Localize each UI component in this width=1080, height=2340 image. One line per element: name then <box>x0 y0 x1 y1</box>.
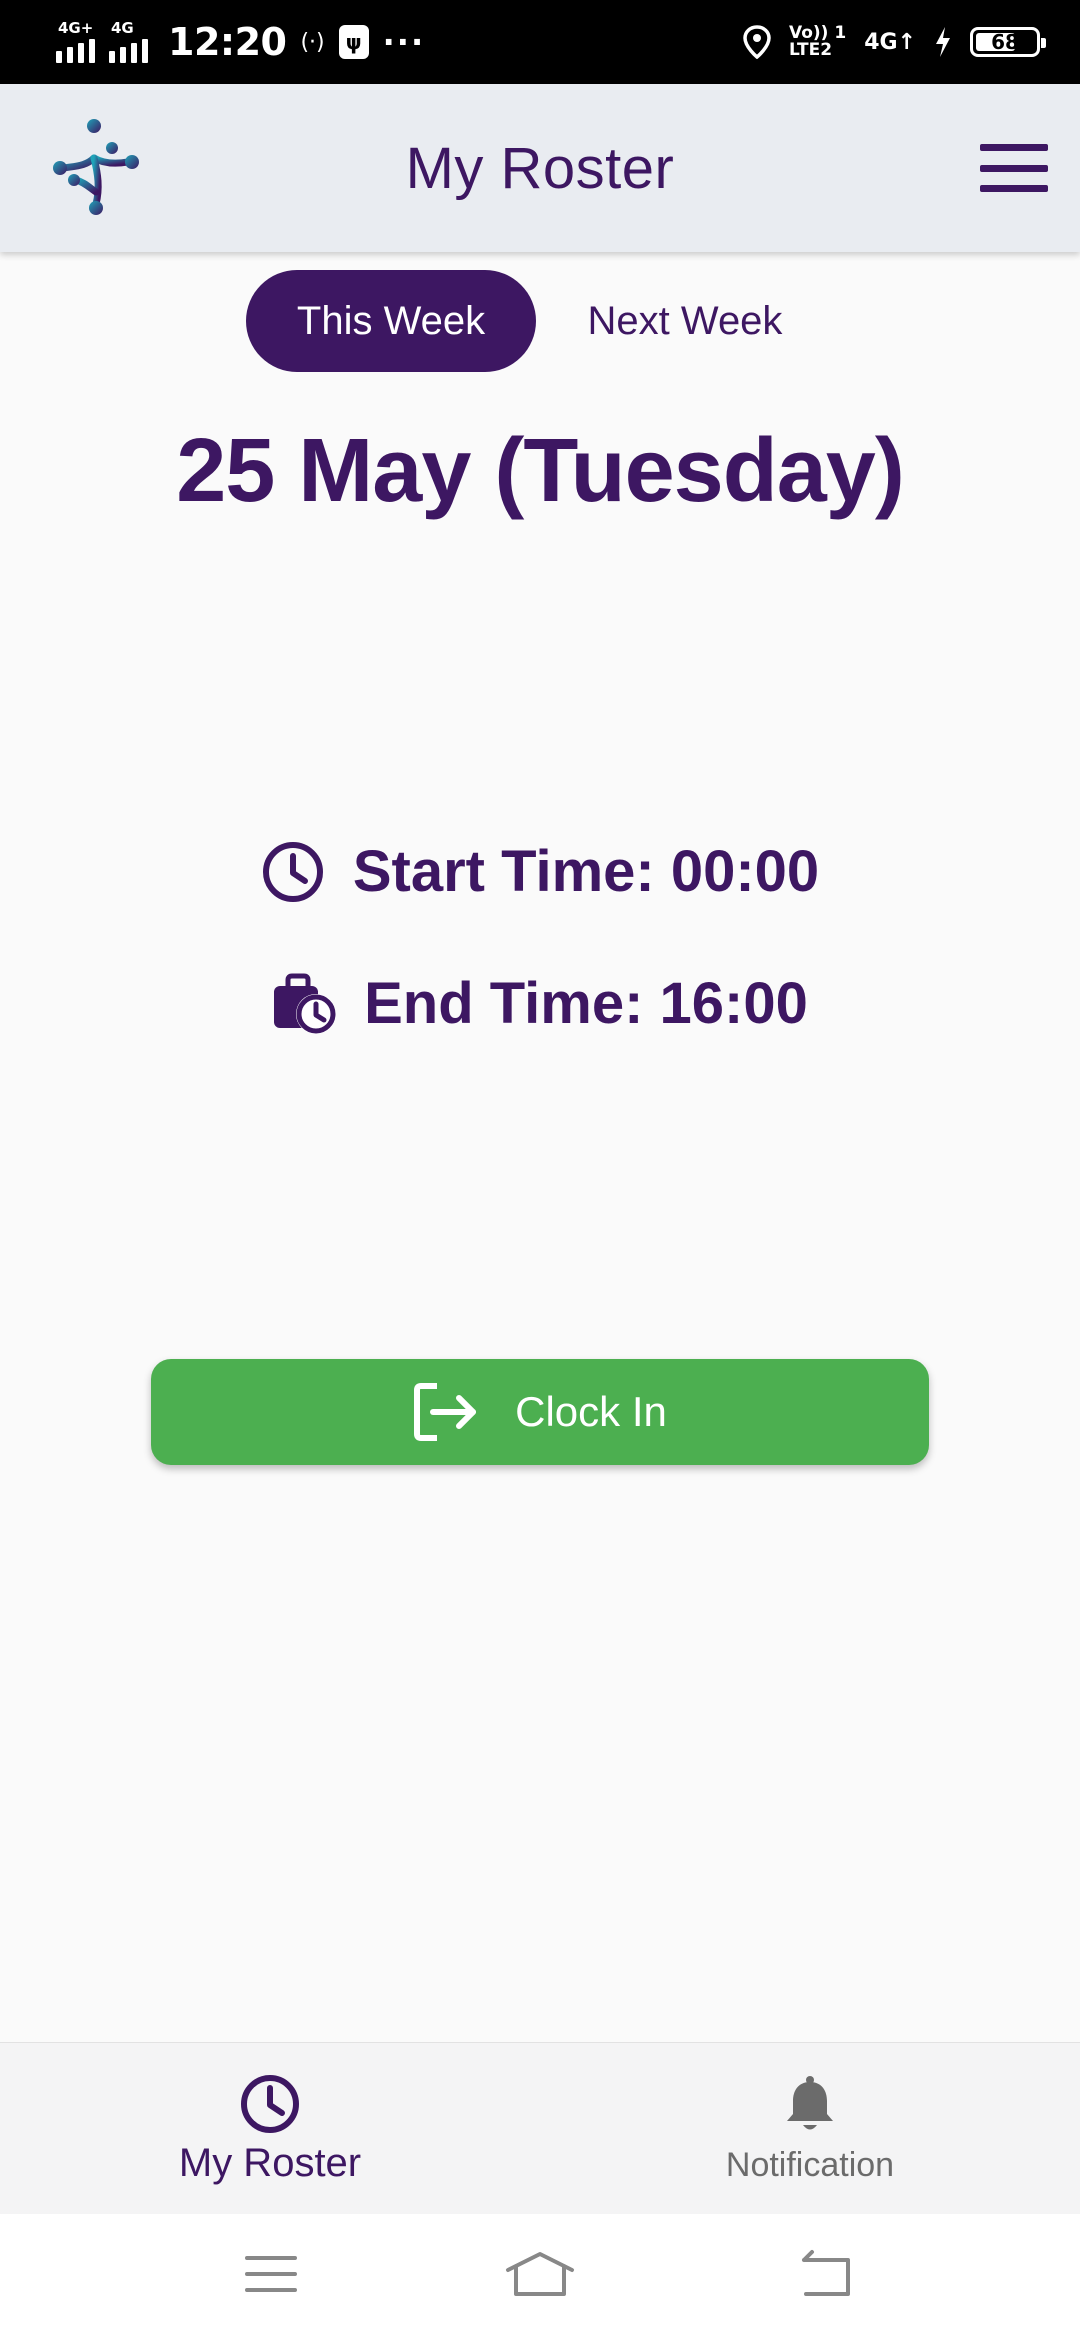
start-time-label: Start Time: 00:00 <box>352 839 820 904</box>
start-time-row: Start Time: 00:00 <box>0 838 1080 905</box>
nav-item-notification[interactable]: Notification <box>540 2043 1080 2215</box>
usb-debug-icon: ψ <box>338 25 369 59</box>
sim2-network-type: 4G <box>111 19 134 37</box>
nav-item-my-roster[interactable]: My Roster <box>0 2043 540 2215</box>
charging-icon <box>936 27 950 57</box>
work-bag-clock-icon <box>274 973 337 1034</box>
end-time-label: End Time: 16:00 <box>364 971 808 1036</box>
clock-in-label: Clock In <box>515 1388 667 1435</box>
home-icon[interactable] <box>500 2244 580 2304</box>
login-icon <box>414 1383 477 1441</box>
menu-icon[interactable] <box>231 2244 311 2304</box>
location-icon <box>743 25 771 59</box>
back-icon[interactable] <box>784 2244 864 2304</box>
tab-this-week[interactable]: This Week <box>246 270 536 372</box>
volte-indicator: Vo)) 1 LTE2 <box>789 25 846 59</box>
more-notifications-icon: ··· <box>382 23 426 61</box>
hotspot-icon: (·) <box>300 29 325 55</box>
battery-level: 68 <box>991 30 1019 54</box>
page-title: My Roster <box>405 135 675 201</box>
bell-icon <box>787 2075 833 2129</box>
sim1-signal-icon: 4G+ <box>56 21 95 63</box>
app-bar: My Roster <box>0 84 1080 252</box>
clock-icon <box>241 2074 299 2133</box>
volte-line2: LTE2 <box>788 40 833 60</box>
tab-next-week[interactable]: Next Week <box>560 270 810 372</box>
end-time-row: End Time: 16:00 <box>0 970 1080 1037</box>
clock-in-button[interactable]: Clock In <box>151 1359 929 1465</box>
hamburger-menu-icon <box>980 144 1048 151</box>
sim2-signal-icon: 4G <box>109 21 148 63</box>
week-tabs: This Week Next Week <box>0 270 1080 372</box>
nav-item-label: Notification <box>725 2145 895 2184</box>
sim1-network-type: 4G+ <box>58 19 94 37</box>
data-network-type: 4G↑ <box>864 29 916 55</box>
system-nav-bar <box>0 2214 1080 2340</box>
status-time: 12:20 <box>168 20 287 64</box>
bottom-nav: My Roster Notification <box>0 2042 1080 2214</box>
status-bar: 4G+ 4G 12:20 (·) ψ ··· Vo)) 1 LTE2 4G↑ 6… <box>0 0 1080 84</box>
shift-date: 25 May (Tuesday) <box>176 421 905 521</box>
nav-item-label: My Roster <box>178 2140 362 2185</box>
hamburger-menu-button[interactable] <box>978 138 1050 198</box>
molecule-logo-icon <box>53 119 139 215</box>
clock-icon <box>262 841 323 902</box>
battery-icon: 68 <box>970 27 1046 57</box>
